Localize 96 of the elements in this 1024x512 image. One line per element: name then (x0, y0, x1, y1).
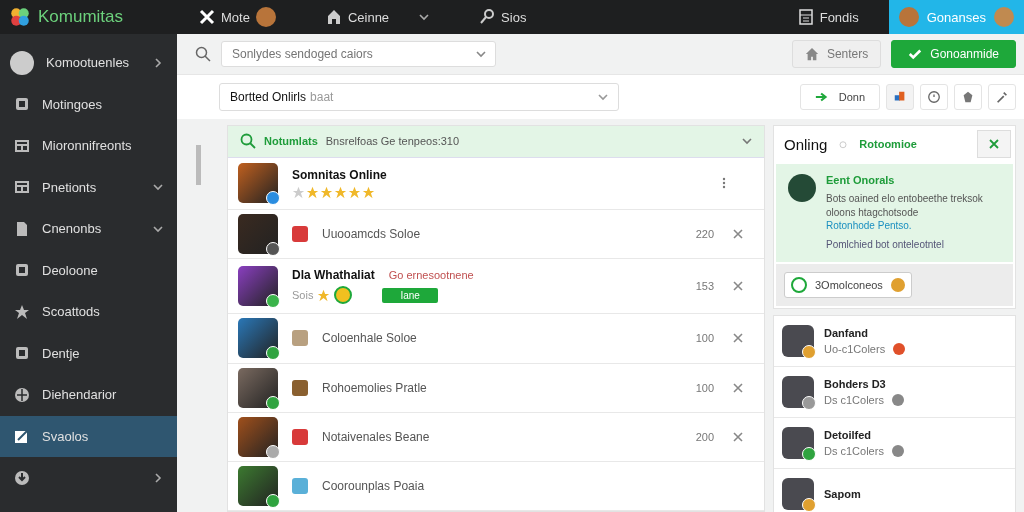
edit-icon (14, 428, 30, 445)
home-icon (804, 47, 819, 61)
notice-text: Bots oained elo entobeethe treksok oloons htagchotsode Rotonhode Pentso. (826, 192, 984, 233)
download-icon (14, 469, 30, 486)
caret-icon[interactable] (419, 12, 430, 22)
filter-dropdown[interactable]: Bortted Onlirls baat (219, 83, 619, 111)
close-icon[interactable] (733, 228, 743, 239)
nav-link[interactable]: Sios (501, 9, 527, 25)
search-field[interactable]: Sonlydes sendoged caiors (221, 41, 497, 67)
nav-link[interactable]: Fondis (819, 9, 859, 25)
chevron-down-icon (153, 182, 163, 193)
shield-icon (961, 90, 975, 104)
game-meta: Sois (292, 289, 314, 302)
grid-icon (14, 179, 30, 196)
game-title: Coorounplas Poaia (322, 478, 426, 493)
friend-status: Ds c1Colers (824, 444, 884, 457)
close-icon[interactable] (733, 382, 743, 393)
check-icon (908, 47, 923, 61)
sidebar-item[interactable]: Komootuenles (0, 42, 177, 84)
avatar-icon (10, 50, 34, 75)
panel-subtitle[interactable]: Rotoomioe (859, 138, 917, 150)
game-title: Somnitas Online (292, 167, 388, 182)
arrow-right-icon (814, 90, 829, 104)
nav-link[interactable]: Mote (221, 9, 250, 25)
sidebar-item[interactable]: Pnetionts (0, 166, 177, 208)
star-icon (14, 303, 30, 320)
chevron-down-icon[interactable] (742, 136, 752, 147)
friend-name[interactable]: Bohders D3 (824, 377, 1007, 390)
panel-title: Onling (784, 135, 828, 153)
game-title: Rohoemolies Pratle (322, 380, 428, 395)
nav-link[interactable]: Ceinne (347, 9, 390, 25)
caret-icon (598, 92, 608, 102)
close-icon[interactable] (733, 281, 743, 292)
player-count: 220 (694, 227, 714, 240)
online-button[interactable]: 3Omolconeos (784, 271, 912, 298)
more-icon[interactable] (722, 177, 726, 190)
clock-icon (927, 90, 941, 104)
puzzle-button[interactable] (886, 84, 914, 110)
friend-status: Uo-c1Colers (824, 342, 886, 355)
friend-status: Ds c1Colers (824, 393, 884, 406)
caret-icon (476, 49, 487, 59)
list-title: Notumlats (264, 135, 318, 148)
search-icon (195, 46, 211, 62)
player-count: 153 (694, 280, 714, 293)
friend-name[interactable]: Danfand (824, 326, 1007, 339)
status-pill: Iane (382, 287, 438, 303)
square-icon (14, 262, 30, 279)
game-title: Dla Whathaliat (292, 268, 375, 283)
friend-name[interactable]: Sapom (824, 487, 1007, 500)
notice-footer: Pomlchied bot onteleotntel (826, 238, 1003, 250)
star-icon (317, 288, 331, 302)
calendar-icon (797, 9, 814, 25)
secondary-button[interactable]: Senters (791, 40, 882, 68)
shield-button[interactable] (954, 84, 982, 110)
tools-icon (199, 9, 215, 25)
close-icon (989, 139, 999, 149)
sidebar-item[interactable]: Motingoes (0, 83, 177, 125)
close-icon[interactable] (733, 431, 743, 442)
sidebar-item[interactable]: Dentje (0, 332, 177, 374)
wrench-icon (995, 90, 1009, 104)
tool-button[interactable] (988, 84, 1016, 110)
grid-icon (14, 137, 30, 154)
brand-name: Komumitas (38, 7, 124, 27)
search-icon (240, 133, 256, 150)
home-icon (325, 9, 342, 25)
promo-note: Go ernesootnene (388, 269, 474, 282)
sidebar-item[interactable]: Diehendarior (0, 374, 177, 416)
player-count: 100 (694, 332, 714, 345)
go-button[interactable]: Donn (799, 84, 880, 110)
coin-icon (334, 286, 353, 305)
avatar-icon (255, 7, 276, 27)
chevron-right-icon (153, 472, 163, 483)
chevron-down-icon (153, 223, 163, 234)
clock-button[interactable] (920, 84, 948, 110)
sidebar-item[interactable]: Svaolos (0, 415, 177, 457)
puzzle-icon (893, 90, 907, 104)
sidebar-item[interactable]: Mioronnifreonts (0, 125, 177, 167)
square-icon (14, 345, 30, 362)
globe-icon (14, 386, 30, 403)
player-count: 200 (694, 430, 714, 443)
game-title: Notaivenales Beane (322, 429, 431, 444)
game-title: Uuooamcds Soloe (322, 226, 422, 241)
chevron-right-icon (153, 57, 163, 68)
sidebar-item[interactable]: Scoattods (0, 291, 177, 333)
game-title: Coloenhale Soloe (322, 331, 418, 346)
flower-logo-icon (10, 7, 30, 27)
player-count: 100 (694, 381, 714, 394)
sidebar-item[interactable]: Deoloone (0, 249, 177, 291)
notice-title: Eent Onorals (826, 174, 896, 186)
close-button[interactable] (977, 130, 1011, 158)
friend-name[interactable]: Detoilfed (824, 428, 1007, 441)
close-icon[interactable] (733, 333, 743, 344)
document-icon (14, 220, 30, 237)
sidebar-item[interactable]: Cnenonbs (0, 208, 177, 250)
square-icon (14, 96, 30, 113)
list-summary: Bnsrelfoas Ge tenpeos:310 (325, 135, 460, 148)
